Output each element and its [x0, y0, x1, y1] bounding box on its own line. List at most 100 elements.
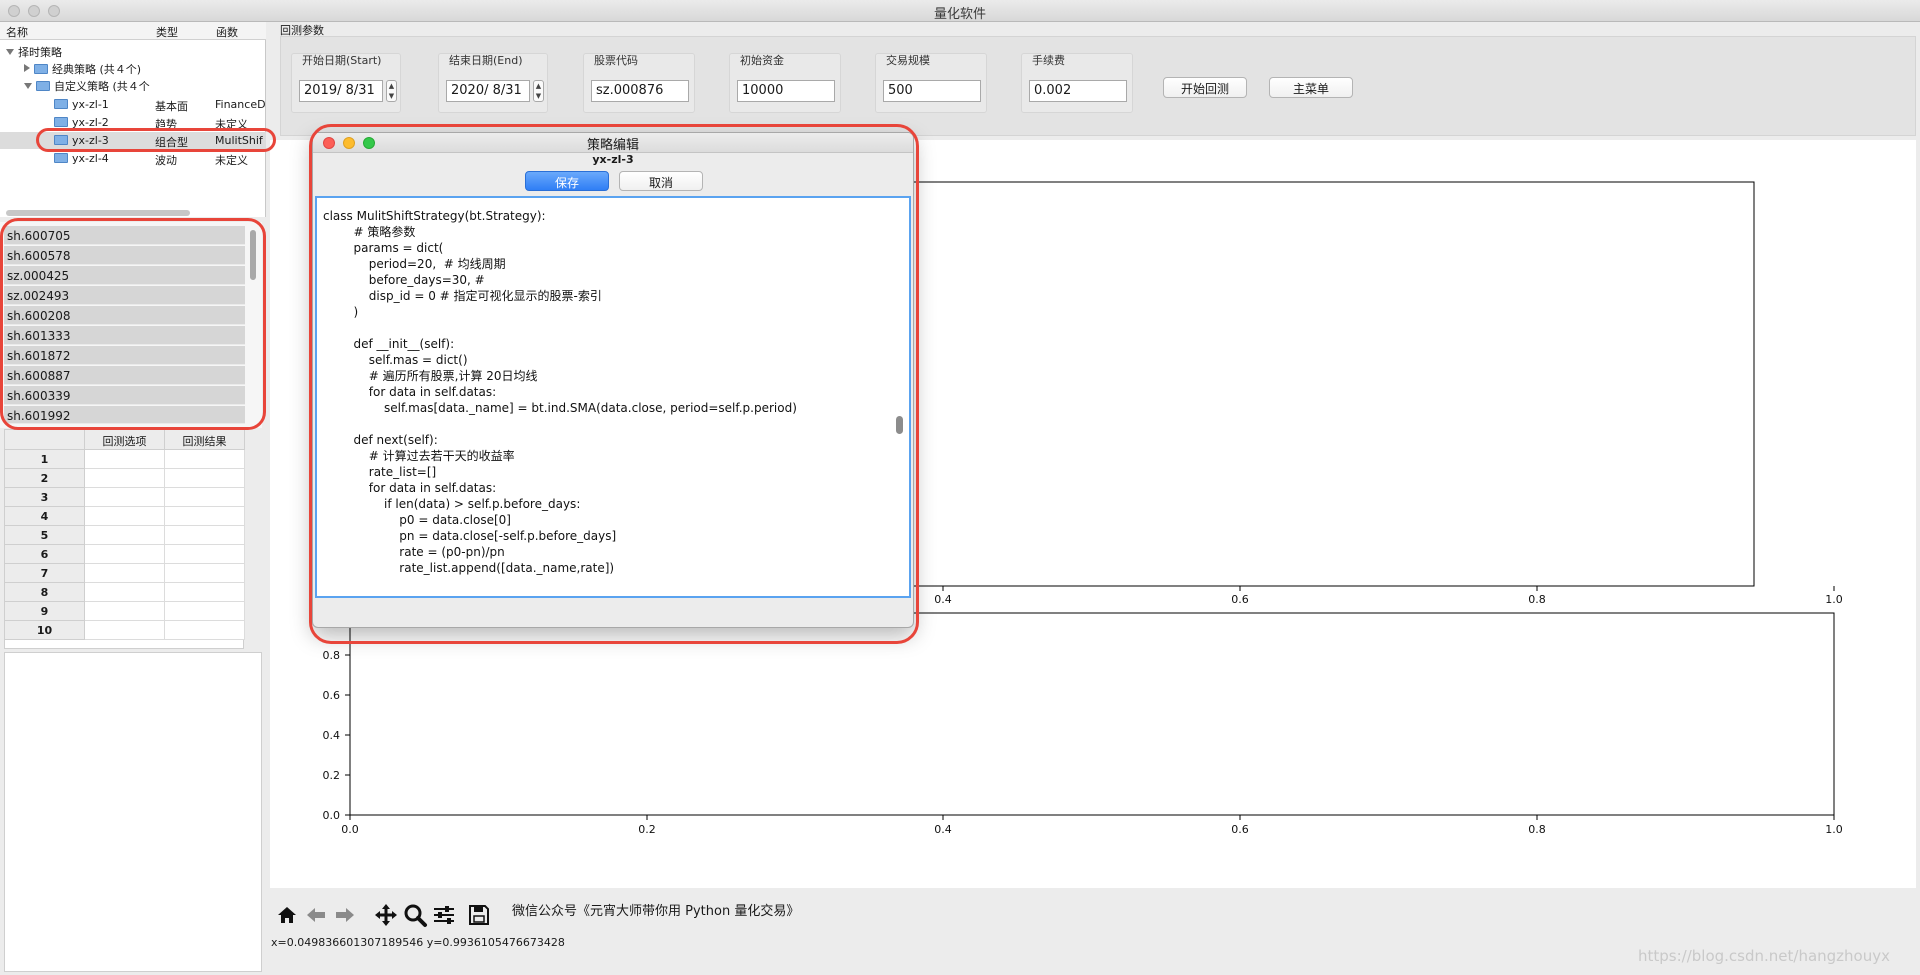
dialog-zoom-button[interactable] — [363, 137, 375, 149]
grid-cell[interactable] — [85, 621, 165, 640]
save-icon[interactable] — [466, 902, 492, 928]
list-item[interactable]: sh.601333 — [4, 326, 245, 345]
tree-item[interactable]: yx-zl-1 基本面 FinanceD — [0, 96, 266, 113]
grid-cell[interactable] — [85, 450, 165, 469]
fee-label: 手续费 — [1032, 54, 1065, 67]
stock-code-label: 股票代码 — [594, 54, 638, 67]
save-button[interactable]: 保存 — [525, 171, 609, 191]
ytick-label: 0.8 — [323, 649, 341, 662]
folder-icon — [54, 99, 68, 109]
grid-row-number[interactable]: 8 — [5, 583, 85, 602]
main-menu-button[interactable]: 主菜单 — [1269, 77, 1353, 98]
start-date-stepper[interactable]: ▲ ▼ — [386, 80, 397, 102]
grid-row-number[interactable]: 7 — [5, 564, 85, 583]
tree-hscrollbar[interactable] — [6, 210, 190, 216]
grid-cell[interactable] — [85, 507, 165, 526]
tree-item[interactable]: yx-zl-4 波动 未定义 — [0, 150, 266, 167]
expand-arrow-icon[interactable] — [6, 49, 14, 55]
zoom-icon[interactable] — [402, 902, 428, 928]
end-date-stepper[interactable]: ▲ ▼ — [533, 80, 544, 102]
grid-row-number[interactable]: 4 — [5, 507, 85, 526]
tree-folder-custom[interactable]: 自定义策略 (共４个 — [24, 78, 150, 95]
grid-header-options[interactable]: 回测选项 — [85, 430, 165, 450]
list-item[interactable]: sh.600208 — [4, 306, 245, 325]
grid-cell[interactable] — [165, 507, 245, 526]
list-item[interactable]: sh.600339 — [4, 386, 245, 405]
list-item[interactable]: sz.002493 — [4, 286, 245, 305]
configure-icon[interactable] — [431, 902, 457, 928]
grid-cell[interactable] — [165, 450, 245, 469]
cancel-button[interactable]: 取消 — [619, 171, 703, 191]
dialog-minimize-button[interactable] — [343, 137, 355, 149]
tree-item[interactable]: yx-zl-2 趋势 未定义 — [0, 114, 266, 131]
grid-cell[interactable] — [85, 526, 165, 545]
folder-icon — [54, 117, 68, 127]
dialog-title: 策略编辑 — [586, 138, 639, 153]
tree-folder-classic[interactable]: 经典策略 (共４个) — [24, 61, 141, 78]
grid-cell[interactable] — [165, 526, 245, 545]
grid-cell[interactable] — [85, 583, 165, 602]
end-date-field[interactable]: 2020/ 8/31 — [446, 80, 530, 102]
start-date-field[interactable]: 2019/ 8/31 — [299, 80, 383, 102]
grid-cell[interactable] — [85, 545, 165, 564]
grid-cell[interactable] — [165, 545, 245, 564]
list-item[interactable]: sh.601872 — [4, 346, 245, 365]
xtick-label: 0.6 — [1231, 823, 1249, 836]
forward-icon[interactable] — [332, 902, 358, 928]
grid-cell[interactable] — [85, 564, 165, 583]
capital-label: 初始资金 — [740, 54, 784, 67]
list-item[interactable]: sh.600578 — [4, 246, 245, 265]
window-title: 量化软件 — [933, 7, 986, 22]
xtick-label: 0.0 — [341, 823, 359, 836]
trade-scale-input[interactable]: 500 — [883, 80, 981, 102]
grid-cell[interactable] — [85, 602, 165, 621]
grid-row-number[interactable]: 1 — [5, 450, 85, 469]
log-output-box[interactable] — [4, 652, 262, 972]
grid-cell[interactable] — [165, 564, 245, 583]
tree-header-name[interactable]: 名称 — [6, 24, 28, 40]
grid-cell[interactable] — [165, 602, 245, 621]
xtick-label: 0.8 — [1528, 823, 1546, 836]
grid-cell[interactable] — [165, 488, 245, 507]
list-item[interactable]: sh.600887 — [4, 366, 245, 385]
grid-cell[interactable] — [85, 488, 165, 507]
folder-icon — [54, 153, 68, 163]
expand-arrow-icon[interactable] — [24, 83, 32, 89]
grid-cell[interactable] — [165, 583, 245, 602]
editor-scrollbar[interactable] — [896, 416, 903, 434]
stock-code-input[interactable]: sz.000876 — [591, 80, 689, 102]
ytick-label: 0.0 — [323, 809, 341, 822]
capital-input[interactable]: 10000 — [737, 80, 835, 102]
start-backtest-button[interactable]: 开始回测 — [1163, 77, 1247, 98]
folder-icon — [54, 135, 68, 145]
backtest-grid: 回测选项 回测结果 1 2 3 4 5 6 7 8 9 10 — [4, 429, 245, 649]
grid-row-number[interactable]: 5 — [5, 526, 85, 545]
stock-list-scrollbar[interactable] — [250, 230, 256, 280]
home-icon[interactable] — [274, 902, 300, 928]
grid-row-number[interactable]: 9 — [5, 602, 85, 621]
bottom-y-ticks: 0.0 0.2 0.4 0.6 0.8 — [323, 649, 350, 822]
code-text[interactable]: class MulitShiftStrategy(bt.Strategy): #… — [323, 208, 883, 576]
grid-cell[interactable] — [165, 621, 245, 640]
back-icon[interactable] — [303, 902, 329, 928]
grid-row-number[interactable]: 3 — [5, 488, 85, 507]
collapsed-arrow-icon[interactable] — [24, 64, 30, 72]
grid-header-results[interactable]: 回测结果 — [165, 430, 245, 450]
fee-input[interactable]: 0.002 — [1029, 80, 1127, 102]
list-item[interactable]: sh.600705 — [4, 226, 245, 245]
code-editor[interactable]: class MulitShiftStrategy(bt.Strategy): #… — [315, 196, 911, 598]
grid-row-number[interactable]: 6 — [5, 545, 85, 564]
grid-cell[interactable] — [85, 469, 165, 488]
grid-row-number[interactable]: 10 — [5, 621, 85, 640]
grid-cell[interactable] — [165, 469, 245, 488]
list-item[interactable]: sh.601992 — [4, 406, 245, 424]
tree-header-type[interactable]: 类型 — [156, 24, 178, 40]
dialog-close-button[interactable] — [323, 137, 335, 149]
grid-row-number[interactable]: 2 — [5, 469, 85, 488]
tree-item-selected[interactable]: yx-zl-3 组合型 MulitShif — [0, 132, 266, 149]
tree-root[interactable]: 择时策略 — [6, 44, 62, 61]
list-item[interactable]: sz.000425 — [4, 266, 245, 285]
grid-corner — [5, 430, 85, 450]
tree-header-func[interactable]: 函数 — [216, 24, 238, 40]
pan-icon[interactable] — [373, 902, 399, 928]
